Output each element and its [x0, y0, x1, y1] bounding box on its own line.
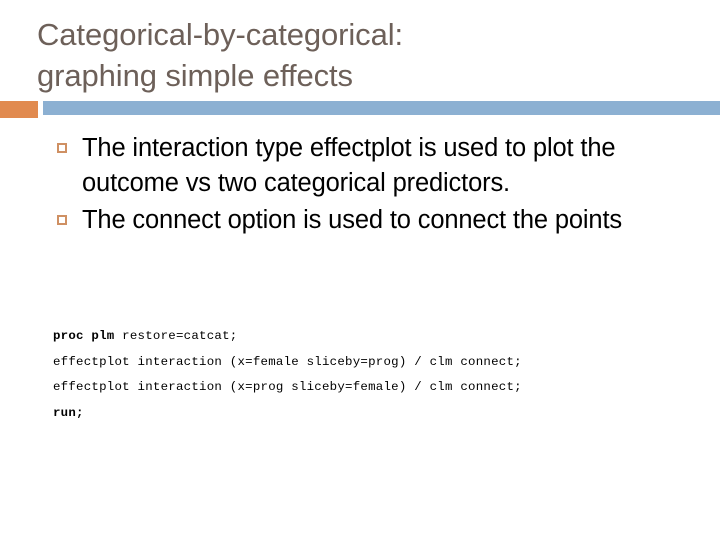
bullet-list: The interaction type effectplot is used … — [55, 131, 695, 240]
page-title: Categorical-by-categorical: graphing sim… — [37, 14, 697, 96]
list-item-text: The interaction type effectplot is used … — [82, 134, 616, 197]
code-line: run; — [53, 401, 703, 427]
code-line: proc plm restore=catcat; — [53, 324, 703, 350]
code-keyword: proc plm — [53, 329, 115, 343]
list-item: The connect option is used to connect th… — [55, 203, 695, 238]
code-text: effectplot interaction (x=prog sliceby=f… — [53, 380, 522, 394]
page-title-line-2: graphing simple effects — [37, 58, 353, 93]
code-line: effectplot interaction (x=female sliceby… — [53, 350, 703, 376]
hollow-square-bullet-icon — [57, 215, 67, 225]
title-divider — [0, 101, 720, 118]
list-item: The interaction type effectplot is used … — [55, 131, 695, 201]
page-title-line-1: Categorical-by-categorical: — [37, 17, 404, 52]
code-line: effectplot interaction (x=prog sliceby=f… — [53, 375, 703, 401]
list-item-text: The connect option is used to connect th… — [82, 206, 622, 234]
code-block: proc plm restore=catcat; effectplot inte… — [53, 324, 703, 426]
divider-accent-block — [0, 101, 38, 118]
code-text: restore=catcat; — [114, 329, 238, 343]
code-keyword: run; — [53, 405, 84, 420]
hollow-square-bullet-icon — [57, 143, 67, 153]
code-text: effectplot interaction (x=female sliceby… — [53, 354, 522, 369]
divider-bar — [43, 101, 720, 115]
slide: Categorical-by-categorical: graphing sim… — [0, 0, 720, 540]
